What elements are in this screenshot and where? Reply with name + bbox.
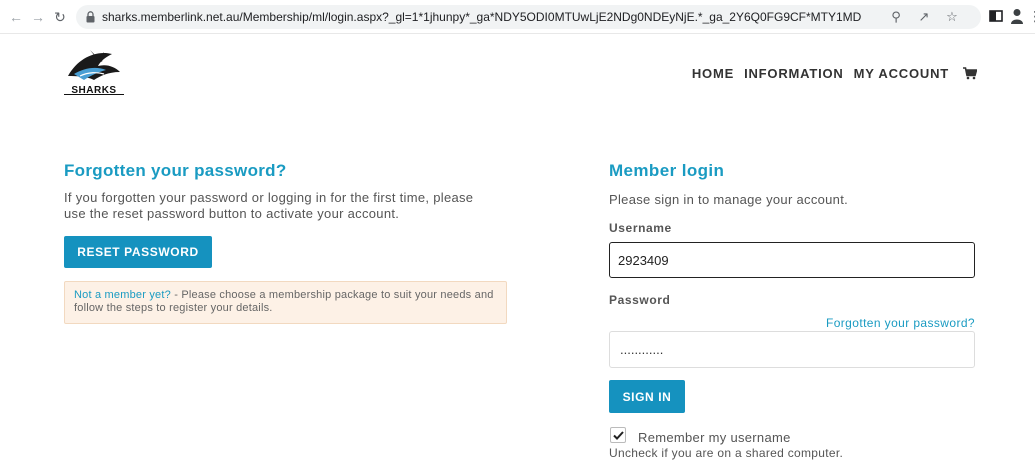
url-text[interactable]: sharks.memberlink.net.au/Membership/ml/l… — [102, 10, 862, 24]
remember-username-checkbox[interactable] — [610, 427, 626, 443]
forgot-password-instructions: If you forgotten your password or loggin… — [64, 190, 474, 221]
sharks-logo[interactable]: SHARKS — [60, 46, 128, 96]
side-panel-icon[interactable] — [989, 9, 1003, 23]
not-a-member-notice: Not a member yet? - Please choose a memb… — [64, 281, 507, 324]
cart-icon[interactable] — [963, 67, 977, 80]
not-a-member-link[interactable]: Not a member yet? — [74, 289, 171, 301]
nav-information[interactable]: INFORMATION — [744, 66, 844, 81]
reload-icon[interactable]: ↻ — [52, 9, 68, 25]
forward-arrow-icon[interactable]: → — [30, 9, 46, 25]
bookmark-star-icon[interactable]: ☆ — [944, 9, 960, 25]
profile-icon[interactable] — [1010, 8, 1024, 24]
member-login-subtitle: Please sign in to manage your account. — [609, 192, 849, 207]
share-icon[interactable]: ↗ — [916, 9, 932, 25]
remember-username-hint: Uncheck if you are on a shared computer. — [609, 446, 844, 460]
key-icon[interactable]: ⚲ — [888, 9, 904, 25]
address-bar[interactable]: sharks.memberlink.net.au/Membership/ml/l… — [76, 5, 981, 29]
back-arrow-icon[interactable]: ← — [8, 9, 24, 25]
nav-my-account[interactable]: MY ACCOUNT — [854, 66, 949, 81]
password-label: Password — [609, 293, 671, 307]
kebab-menu-icon[interactable]: ⋮ — [1028, 8, 1035, 24]
username-input[interactable] — [609, 242, 975, 278]
sign-in-button[interactable]: SIGN IN — [609, 380, 685, 413]
remember-username-label[interactable]: Remember my username — [638, 430, 791, 445]
lock-icon — [86, 11, 95, 23]
forgot-password-heading: Forgotten your password? — [64, 161, 287, 180]
browser-toolbar: ← → ↻ sharks.memberlink.net.au/Membershi… — [0, 0, 1035, 34]
nav-home[interactable]: HOME — [692, 66, 734, 81]
checkmark-icon — [613, 431, 624, 440]
username-label: Username — [609, 221, 672, 235]
reset-password-button[interactable]: RESET PASSWORD — [64, 236, 212, 268]
password-input[interactable] — [609, 331, 975, 368]
forgot-password-link[interactable]: Forgotten your password? — [826, 316, 975, 330]
member-login-heading: Member login — [609, 161, 725, 180]
main-navigation: HOME INFORMATION MY ACCOUNT — [692, 66, 977, 81]
